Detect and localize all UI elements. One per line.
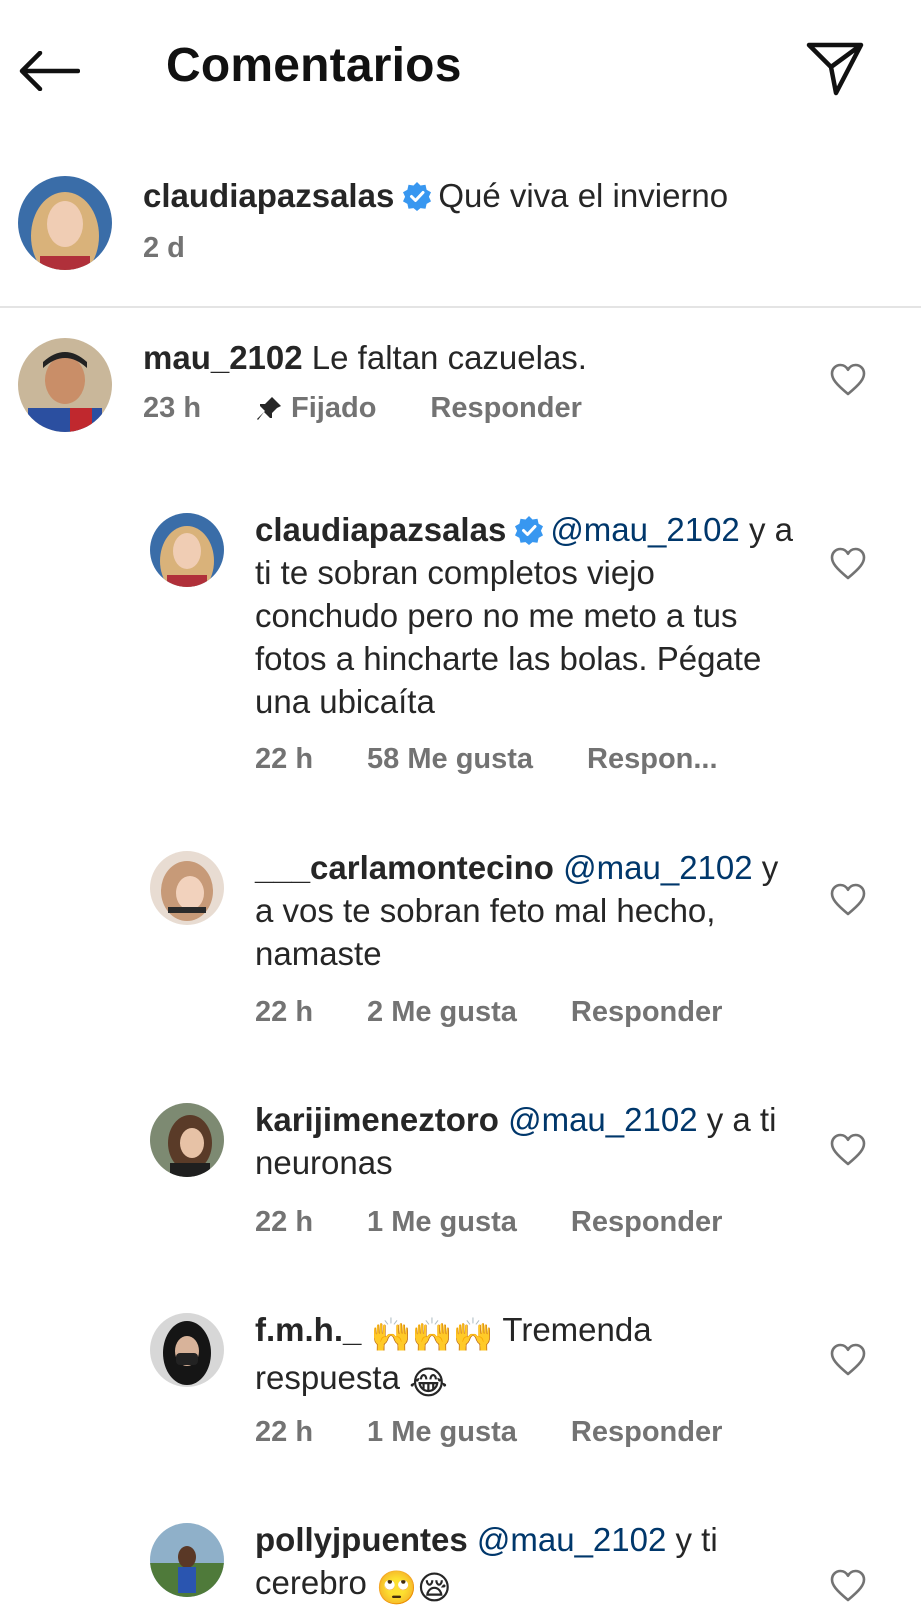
- comment-username[interactable]: f.m.h._: [255, 1311, 361, 1348]
- reply-text: pollyjpuentes @mau_2102 y ti cerebro 🙄😪: [255, 1518, 795, 1609]
- like-count[interactable]: 2 Me gusta: [367, 996, 517, 1029]
- like-count[interactable]: 58 Me gusta: [367, 743, 533, 776]
- verified-badge-icon: [403, 182, 432, 211]
- laughing-emoji: 😂: [409, 1364, 448, 1401]
- send-icon: [806, 42, 864, 96]
- comment-time: 22 h: [255, 743, 314, 775]
- reply-text: claudiapazsalas @mau_2102 y a ti te sobra…: [255, 508, 795, 723]
- comment-time: 23 h: [143, 392, 202, 424]
- comment-content: Le faltan cazuelas.: [311, 339, 587, 376]
- reply-button[interactable]: Respon...: [587, 743, 718, 776]
- reply-button[interactable]: Responder: [571, 1416, 722, 1449]
- comment-username[interactable]: pollyjpuentes: [255, 1521, 468, 1558]
- eye-roll-emoji: 🙄😪: [376, 1569, 452, 1606]
- avatar[interactable]: [150, 1103, 224, 1177]
- avatar[interactable]: [150, 513, 224, 587]
- post-caption: claudiapazsalas Qué viva el invierno 2 d: [0, 170, 921, 306]
- reply-button[interactable]: Responder: [571, 996, 722, 1029]
- reply-text: karijimeneztoro @mau_2102 y a ti neurona…: [255, 1098, 795, 1184]
- avatar[interactable]: [18, 176, 112, 270]
- raised-hands-emoji: 🙌🙌🙌: [370, 1316, 494, 1353]
- caption-text: claudiapazsalas Qué viva el invierno: [143, 174, 843, 217]
- back-arrow-icon: [19, 51, 80, 91]
- heart-icon[interactable]: [830, 882, 866, 918]
- page-title: Comentarios: [166, 39, 462, 92]
- avatar[interactable]: [150, 851, 224, 925]
- like-count[interactable]: 1 Me gusta: [367, 1416, 517, 1449]
- mention-link[interactable]: @mau_2102: [477, 1521, 666, 1558]
- comment-time: 22 h: [255, 1416, 314, 1448]
- avatar[interactable]: [150, 1523, 224, 1597]
- pinned-text: Fijado: [291, 392, 377, 424]
- comment-username[interactable]: claudiapazsalas: [255, 511, 506, 548]
- comment-meta: 23 h Fijado Responder: [143, 392, 636, 425]
- like-count[interactable]: 1 Me gusta: [367, 1206, 517, 1239]
- comment-meta: 22 h 2 Me gusta Responder: [255, 996, 776, 1029]
- heart-icon[interactable]: [830, 362, 866, 398]
- reply-text: f.m.h._ 🙌🙌🙌 Tremenda respuesta 😂: [255, 1308, 795, 1404]
- share-button[interactable]: [800, 36, 870, 102]
- divider: [0, 306, 921, 308]
- mention-link[interactable]: @mau_2102: [508, 1101, 697, 1138]
- avatar[interactable]: [150, 1313, 224, 1387]
- heart-icon[interactable]: [830, 1342, 866, 1378]
- back-button[interactable]: [16, 40, 82, 102]
- reply-text: ___carlamontecino @mau_2102 y a vos te s…: [255, 846, 795, 975]
- caption-meta: 2 d: [143, 232, 239, 265]
- comment-text: mau_2102 Le faltan cazuelas.: [143, 336, 783, 379]
- heart-icon[interactable]: [830, 1132, 866, 1168]
- top-bar: Comentarios: [0, 0, 921, 140]
- caption-username[interactable]: claudiapazsalas: [143, 177, 394, 214]
- comment-meta: 22 h 58 Me gusta Respon...: [255, 743, 772, 776]
- heart-icon[interactable]: [830, 546, 866, 582]
- mention-link[interactable]: @mau_2102: [563, 849, 752, 886]
- verified-badge-icon: [515, 516, 544, 545]
- caption-content: Qué viva el invierno: [438, 177, 729, 214]
- comment-meta: 22 h 1 Me gusta Responder: [255, 1416, 776, 1449]
- comment-username[interactable]: mau_2102: [143, 339, 303, 376]
- pinned-label: Fijado: [255, 392, 376, 425]
- comment-username[interactable]: karijimeneztoro: [255, 1101, 499, 1138]
- pin-icon: [257, 396, 282, 420]
- comment-time: 22 h: [255, 1206, 314, 1238]
- reply-button[interactable]: Responder: [571, 1206, 722, 1239]
- avatar[interactable]: [18, 338, 112, 432]
- caption-time: 2 d: [143, 232, 185, 264]
- comment-username[interactable]: ___carlamontecino: [255, 849, 554, 886]
- heart-icon[interactable]: [830, 1568, 866, 1604]
- mention-link[interactable]: @mau_2102: [550, 511, 739, 548]
- comment-time: 22 h: [255, 996, 314, 1028]
- comment-meta: 22 h 1 Me gusta Responder: [255, 1206, 776, 1239]
- reply-button[interactable]: Responder: [430, 392, 581, 425]
